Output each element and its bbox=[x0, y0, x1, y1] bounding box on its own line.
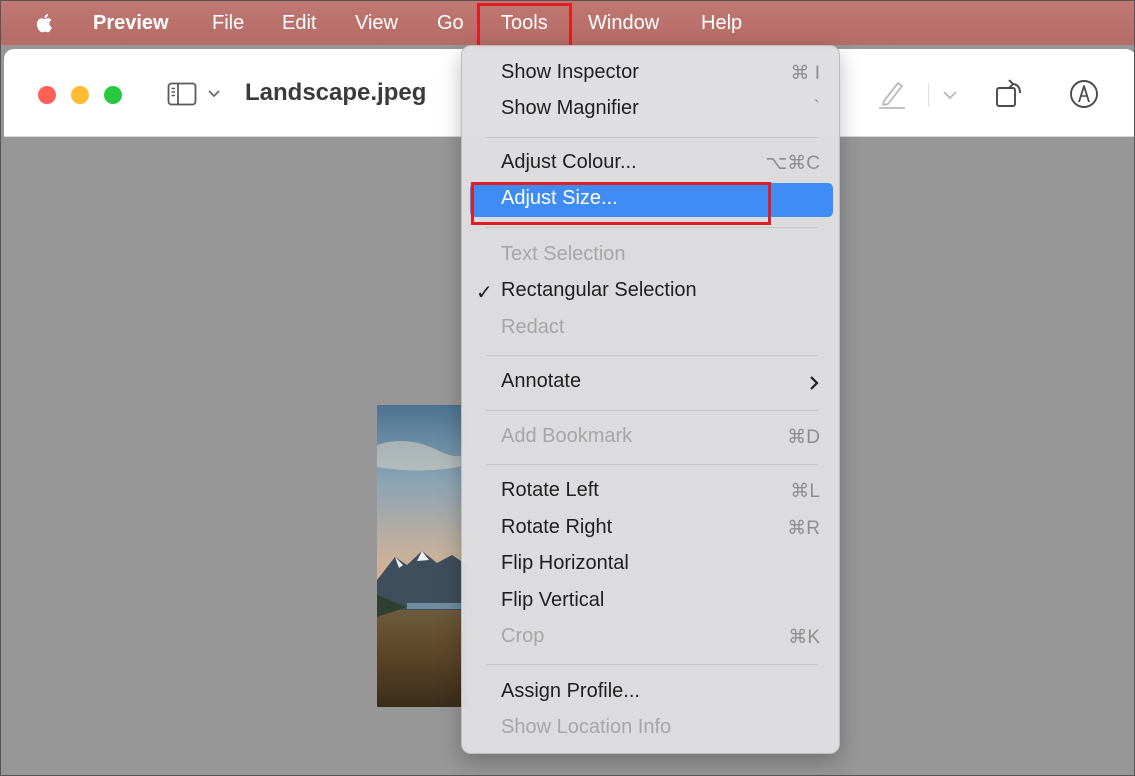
menu-item-redact: Redact bbox=[501, 316, 565, 338]
menu-tools[interactable]: Tools bbox=[501, 1, 548, 45]
chevron-down-icon[interactable] bbox=[943, 90, 957, 100]
toolbar-divider bbox=[928, 83, 929, 107]
menu-item-adjust-size[interactable]: Adjust Size... bbox=[470, 183, 833, 217]
zoom-window-button[interactable] bbox=[104, 86, 122, 104]
pencil-markup-icon[interactable] bbox=[876, 75, 908, 111]
markup-pen-circle-icon[interactable] bbox=[1068, 78, 1100, 110]
landscape-photo bbox=[377, 405, 467, 707]
menu-separator bbox=[486, 137, 818, 138]
menu-item-show-location-info: Show Location Info bbox=[501, 716, 672, 738]
close-window-button[interactable] bbox=[38, 86, 56, 104]
menu-item-show-inspector[interactable]: Show Inspector ⌘ I bbox=[470, 57, 833, 91]
menu-separator bbox=[486, 464, 818, 465]
sidebar-toggle-icon[interactable] bbox=[167, 82, 197, 106]
menu-item-flip-horizontal[interactable]: Flip Horizontal bbox=[470, 548, 833, 582]
menu-item-text-selection: Text Selection bbox=[501, 243, 626, 265]
apple-logo-icon[interactable] bbox=[33, 11, 57, 35]
tools-menu: Show Inspector ⌘ I Show Magnifier ` Adju… bbox=[461, 45, 840, 754]
menu-go[interactable]: Go bbox=[437, 1, 464, 45]
chevron-down-icon[interactable] bbox=[208, 89, 220, 99]
menu-item-flip-vertical[interactable]: Flip Vertical bbox=[470, 585, 833, 619]
menu-separator bbox=[486, 355, 818, 356]
menu-help[interactable]: Help bbox=[701, 1, 742, 45]
menu-item-crop: Crop ⌘K bbox=[501, 625, 820, 648]
menu-window[interactable]: Window bbox=[588, 1, 659, 45]
minimize-window-button[interactable] bbox=[71, 86, 89, 104]
rotate-icon[interactable] bbox=[994, 76, 1026, 110]
menu-item-rotate-left[interactable]: Rotate Left ⌘L bbox=[470, 475, 833, 509]
screen: Preview File Edit View Go Tools Window H… bbox=[0, 0, 1135, 776]
menu-item-rectangular-selection[interactable]: ✓ Rectangular Selection bbox=[470, 275, 833, 309]
menu-item-assign-profile[interactable]: Assign Profile... bbox=[470, 676, 833, 710]
menu-view[interactable]: View bbox=[355, 1, 398, 45]
menu-item-annotate[interactable]: Annotate bbox=[470, 366, 833, 400]
menu-item-add-bookmark: Add Bookmark ⌘D bbox=[501, 425, 820, 448]
menu-item-adjust-colour[interactable]: Adjust Colour... ⌥⌘C bbox=[470, 147, 833, 181]
menu-item-rotate-right[interactable]: Rotate Right ⌘R bbox=[470, 512, 833, 546]
document-title: Landscape.jpeg bbox=[245, 79, 427, 106]
checkmark-icon: ✓ bbox=[476, 282, 493, 304]
menu-separator bbox=[486, 410, 818, 411]
menu-item-show-magnifier[interactable]: Show Magnifier ` bbox=[470, 93, 833, 127]
menu-preview[interactable]: Preview bbox=[93, 1, 169, 45]
menu-file[interactable]: File bbox=[212, 1, 244, 45]
menu-bar: Preview File Edit View Go Tools Window H… bbox=[1, 1, 1134, 45]
menu-separator bbox=[486, 664, 818, 665]
menu-edit[interactable]: Edit bbox=[282, 1, 316, 45]
menu-separator bbox=[486, 227, 818, 228]
chevron-right-icon bbox=[810, 376, 819, 390]
